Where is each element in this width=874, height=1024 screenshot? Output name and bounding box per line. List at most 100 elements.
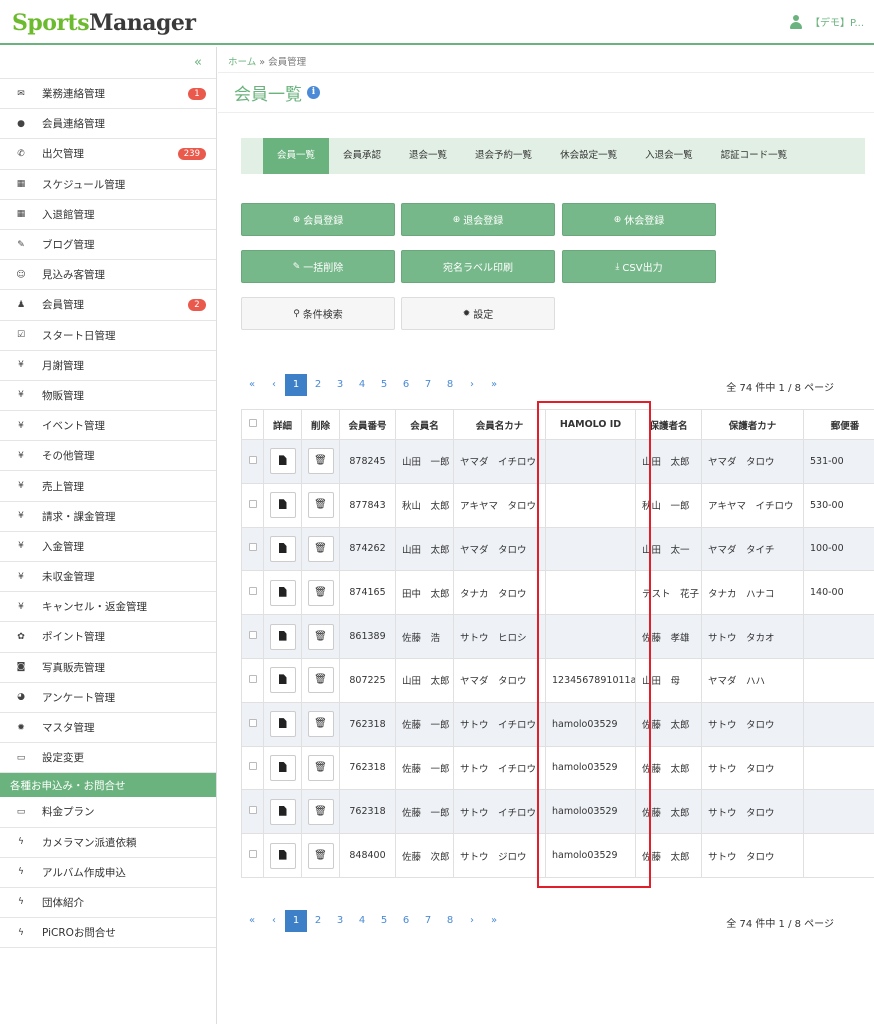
page-number-button[interactable]: 6 xyxy=(395,374,417,396)
sidebar-item[interactable]: ✹ マスタ管理 xyxy=(0,713,216,744)
tab-item[interactable]: 入退会一覧 xyxy=(631,138,707,174)
sidebar-item[interactable]: ¥ 物販管理 xyxy=(0,381,216,412)
delete-button[interactable]: 🗑 xyxy=(307,623,334,650)
sidebar-item[interactable]: ¥ 入金管理 xyxy=(0,532,216,562)
delete-button[interactable]: 🗑 xyxy=(307,448,334,475)
detail-button[interactable] xyxy=(269,798,296,825)
tab-item[interactable]: 会員一覧 xyxy=(263,138,330,174)
sidebar-item[interactable]: ▭ 料金プラン xyxy=(0,797,216,828)
sidebar-item[interactable]: ▦ スケジュール管理 xyxy=(0,170,216,200)
tab-item[interactable]: 認証コード一覧 xyxy=(707,138,802,174)
row-checkbox[interactable] xyxy=(248,674,257,683)
last-page-button[interactable]: » xyxy=(483,374,505,396)
row-checkbox[interactable] xyxy=(248,499,257,508)
detail-button[interactable] xyxy=(269,842,296,869)
row-checkbox[interactable] xyxy=(248,850,257,859)
page-number-button[interactable]: 7 xyxy=(417,374,439,396)
sidebar-item[interactable]: ✉ 業務連絡管理 1 xyxy=(0,79,216,110)
page-number-button[interactable]: 5 xyxy=(373,910,395,932)
sidebar-item[interactable]: ¥ イベント管理 xyxy=(0,411,216,442)
info-icon[interactable]: i xyxy=(307,86,320,99)
page-number-button[interactable]: 5 xyxy=(373,374,395,396)
sidebar-item[interactable]: ▭ 設定変更 xyxy=(0,743,216,774)
delete-button[interactable]: 🗑 xyxy=(307,492,334,519)
sidebar-item[interactable]: ¥ 売上管理 xyxy=(0,471,216,502)
prev-page-button[interactable]: ‹ xyxy=(263,910,285,932)
search-button[interactable]: ⚲ 条件検索 xyxy=(241,297,395,330)
row-checkbox[interactable] xyxy=(248,806,257,815)
detail-button[interactable] xyxy=(269,535,296,562)
prev-page-button[interactable]: ‹ xyxy=(263,374,285,396)
sidebar-item[interactable]: ϟ PiCROお問合せ xyxy=(0,918,216,949)
next-page-button[interactable]: › xyxy=(461,374,483,396)
sidebar-collapse-button[interactable]: « xyxy=(0,47,216,79)
breadcrumb-home-link[interactable]: ホーム xyxy=(228,57,256,68)
sidebar-item[interactable]: ♟ 会員管理 2 xyxy=(0,290,216,321)
member-register-button[interactable]: ⊕ 会員登録 xyxy=(241,203,395,236)
delete-button[interactable]: 🗑 xyxy=(307,798,334,825)
tab-item[interactable]: 会員承認 xyxy=(329,138,395,174)
sidebar-item[interactable]: ◙ 写真販売管理 xyxy=(0,653,216,683)
suspend-register-button[interactable]: ⊕ 休会登録 xyxy=(562,203,716,236)
sidebar-item[interactable]: ¥ その他管理 xyxy=(0,441,216,472)
detail-button[interactable] xyxy=(269,623,296,650)
delete-button[interactable]: 🗑 xyxy=(307,711,334,738)
page-number-button[interactable]: 3 xyxy=(329,910,351,932)
sidebar-item[interactable]: ¥ キャンセル・返金管理 xyxy=(0,592,216,623)
tab-item[interactable]: 退会予約一覧 xyxy=(461,138,546,174)
sidebar-item[interactable]: ¥ 未収金管理 xyxy=(0,562,216,593)
page-number-button[interactable]: 8 xyxy=(439,910,461,932)
sidebar-item[interactable]: ¥ 請求・課金管理 xyxy=(0,502,216,532)
page-number-button[interactable]: 1 xyxy=(285,374,307,396)
select-all-checkbox[interactable] xyxy=(248,419,257,427)
sidebar-item[interactable]: ☺ 見込み客管理 xyxy=(0,260,216,291)
row-checkbox[interactable] xyxy=(248,762,257,771)
page-number-button[interactable]: 7 xyxy=(417,910,439,932)
detail-button[interactable] xyxy=(269,448,296,475)
label-print-button[interactable]: 宛名ラベル印刷 xyxy=(401,250,555,283)
delete-button[interactable]: 🗑 xyxy=(307,535,334,562)
last-page-button[interactable]: » xyxy=(483,910,505,932)
delete-button[interactable]: 🗑 xyxy=(307,754,334,781)
csv-export-button[interactable]: ⤓ CSV出力 xyxy=(562,250,716,283)
detail-button[interactable] xyxy=(269,754,296,781)
first-page-button[interactable]: « xyxy=(241,374,263,396)
sidebar-item[interactable]: ● 会員連絡管理 xyxy=(0,109,216,140)
withdraw-register-button[interactable]: ⊕ 退会登録 xyxy=(401,203,555,236)
page-number-button[interactable]: 3 xyxy=(329,374,351,396)
page-number-button[interactable]: 4 xyxy=(351,374,373,396)
row-checkbox[interactable] xyxy=(248,543,257,552)
sidebar-item[interactable]: ▦ 入退館管理 xyxy=(0,200,216,230)
page-number-button[interactable]: 2 xyxy=(307,910,329,932)
detail-button[interactable] xyxy=(269,667,296,694)
page-number-button[interactable]: 8 xyxy=(439,374,461,396)
delete-button[interactable]: 🗑 xyxy=(307,667,334,694)
bulk-delete-button[interactable]: ✎ 一括削除 xyxy=(241,250,395,283)
sidebar-item[interactable]: ✆ 出欠管理 239 xyxy=(0,139,216,170)
page-number-button[interactable]: 6 xyxy=(395,910,417,932)
delete-button[interactable]: 🗑 xyxy=(307,579,334,606)
user-menu[interactable]: 【デモ】P... xyxy=(789,14,864,29)
next-page-button[interactable]: › xyxy=(461,910,483,932)
sidebar-item[interactable]: ◕ アンケート管理 xyxy=(0,683,216,713)
row-checkbox[interactable] xyxy=(248,587,257,596)
row-checkbox[interactable] xyxy=(248,455,257,464)
detail-button[interactable] xyxy=(269,492,296,519)
sidebar-item[interactable]: ✿ ポイント管理 xyxy=(0,622,216,653)
row-checkbox[interactable] xyxy=(248,718,257,727)
page-number-button[interactable]: 4 xyxy=(351,910,373,932)
sidebar-item[interactable]: ☑ スタート日管理 xyxy=(0,321,216,351)
app-logo[interactable]: SportsManager xyxy=(12,10,196,36)
row-checkbox[interactable] xyxy=(248,631,257,640)
detail-button[interactable] xyxy=(269,711,296,738)
sidebar-item[interactable]: ϟ カメラマン派遣依頼 xyxy=(0,828,216,858)
settings-button[interactable]: ✹ 設定 xyxy=(401,297,555,330)
detail-button[interactable] xyxy=(269,579,296,606)
tab-item[interactable]: 退会一覧 xyxy=(395,138,461,174)
first-page-button[interactable]: « xyxy=(241,910,263,932)
sidebar-item[interactable]: ✎ ブログ管理 xyxy=(0,230,216,261)
tab-item[interactable]: 休会設定一覧 xyxy=(546,138,631,174)
page-number-button[interactable]: 1 xyxy=(285,910,307,932)
delete-button[interactable]: 🗑 xyxy=(307,842,334,869)
sidebar-item[interactable]: ϟ アルバム作成申込 xyxy=(0,858,216,888)
